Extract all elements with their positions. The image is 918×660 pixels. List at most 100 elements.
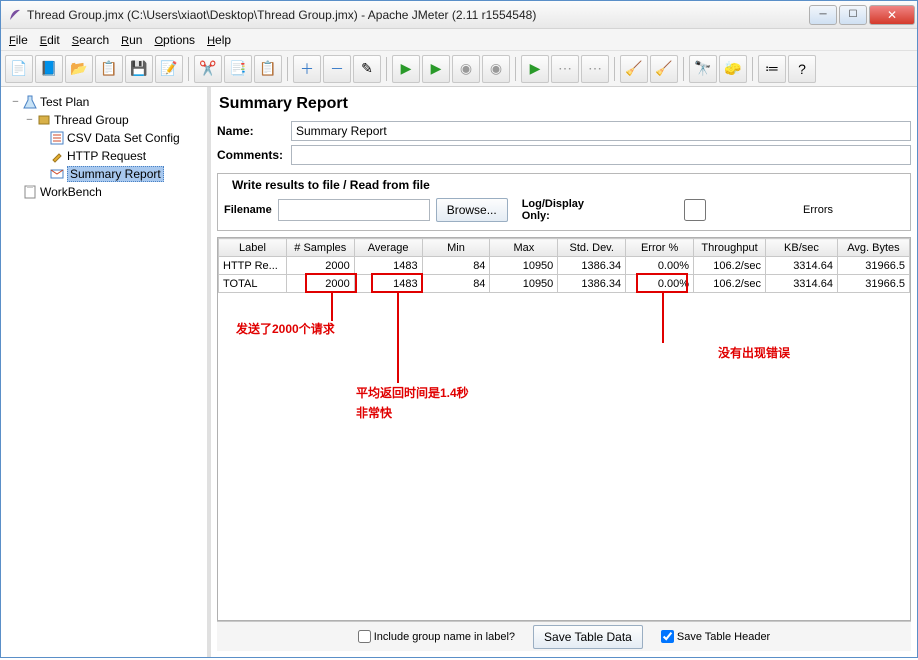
- cut-button[interactable]: ✂️: [194, 55, 222, 83]
- toggle-button[interactable]: ✎: [353, 55, 381, 83]
- include-group-checkbox[interactable]: Include group name in label?: [358, 630, 515, 643]
- include-label: Include group name in label?: [374, 631, 515, 643]
- tree-item-workbench[interactable]: WorkBench: [3, 183, 205, 201]
- col-label[interactable]: Label: [219, 239, 287, 257]
- cell-bytes: 31966.5: [837, 275, 909, 293]
- close-button[interactable]: ✕: [869, 5, 915, 25]
- col-throughput[interactable]: Throughput: [694, 239, 766, 257]
- tree-item-http[interactable]: HTTP Request: [3, 147, 205, 165]
- search-tree-button[interactable]: 🔭: [689, 55, 717, 83]
- col-max[interactable]: Max: [490, 239, 558, 257]
- save-table-data-button[interactable]: Save Table Data: [533, 625, 643, 649]
- cell-min: 84: [422, 275, 490, 293]
- col-kbsec[interactable]: KB/sec: [765, 239, 837, 257]
- name-input[interactable]: [291, 121, 911, 141]
- main-panel: Summary Report Name: Comments: Write res…: [211, 87, 917, 657]
- new-button[interactable]: 📄: [5, 55, 33, 83]
- function-helper-button[interactable]: ≔: [758, 55, 786, 83]
- table-row[interactable]: TOTAL 2000 1483 84 10950 1386.34 0.00% 1…: [219, 275, 910, 293]
- menu-options[interactable]: Options: [154, 33, 195, 47]
- cell-err: 0.00%: [626, 257, 694, 275]
- close-plan-button[interactable]: 📋: [95, 55, 123, 83]
- separator: [188, 57, 189, 81]
- remote-start-all-button[interactable]: ⋯: [551, 55, 579, 83]
- menu-run[interactable]: Run: [121, 33, 142, 47]
- results-table-area: Label # Samples Average Min Max Std. Dev…: [217, 237, 911, 621]
- help-button[interactable]: ?: [788, 55, 816, 83]
- cell-label: HTTP Re...: [219, 257, 287, 275]
- templates-button[interactable]: 📘: [35, 55, 63, 83]
- table-row[interactable]: HTTP Re... 2000 1483 84 10950 1386.34 0.…: [219, 257, 910, 275]
- toolbar: 📄 📘 📂 📋 💾 📝 ✂️ 📑 📋 ＋ － ✎ ▶ ▶ ◉ ◉ ▶ ⋯ ⋯ 🧹…: [1, 51, 917, 87]
- menu-help[interactable]: Help: [207, 33, 231, 47]
- col-min[interactable]: Min: [422, 239, 490, 257]
- tree-label: Summary Report: [67, 166, 164, 182]
- tree-panel[interactable]: ─ Test Plan ─ Thread Group CSV Data Set …: [1, 87, 211, 657]
- app-icon: [7, 7, 23, 23]
- separator: [287, 57, 288, 81]
- remote-stop-button[interactable]: ⋯: [581, 55, 609, 83]
- expand-handle-icon[interactable]: ─: [25, 115, 34, 125]
- logdisplay-label: Log/Display Only:: [522, 198, 584, 222]
- tree-item-summary[interactable]: Summary Report: [3, 165, 205, 183]
- cell-label: TOTAL: [219, 275, 287, 293]
- annotation-error: 没有出现错误: [718, 344, 790, 361]
- clear-button[interactable]: 🧹: [620, 55, 648, 83]
- menu-file[interactable]: File: [9, 33, 28, 47]
- start-no-timers-button[interactable]: ▶: [422, 55, 450, 83]
- maximize-button[interactable]: ☐: [839, 5, 867, 25]
- expand-button[interactable]: ＋: [293, 55, 321, 83]
- collapse-button[interactable]: －: [323, 55, 351, 83]
- open-button[interactable]: 📂: [65, 55, 93, 83]
- titlebar[interactable]: Thread Group.jmx (C:\Users\xiaot\Desktop…: [1, 1, 917, 29]
- comments-input[interactable]: [291, 145, 911, 165]
- menu-edit[interactable]: Edit: [40, 33, 60, 47]
- filename-input[interactable]: [278, 199, 430, 221]
- table-header-row: Label # Samples Average Min Max Std. Dev…: [219, 239, 910, 257]
- minimize-button[interactable]: ─: [809, 5, 837, 25]
- fieldset-legend: Write results to file / Read from file: [228, 178, 434, 192]
- tree-item-test-plan[interactable]: ─ Test Plan: [3, 93, 205, 111]
- errors-checkbox[interactable]: Errors: [590, 199, 833, 221]
- shutdown-button[interactable]: ◉: [482, 55, 510, 83]
- cell-avg: 1483: [354, 257, 422, 275]
- cell-avg: 1483: [354, 275, 422, 293]
- cell-thr: 106.2/sec: [694, 275, 766, 293]
- copy-button[interactable]: 📑: [224, 55, 252, 83]
- errors-label: Errors: [803, 204, 833, 216]
- stop-button[interactable]: ◉: [452, 55, 480, 83]
- cell-err: 0.00%: [626, 275, 694, 293]
- expand-handle-icon[interactable]: ─: [11, 97, 20, 107]
- menu-search[interactable]: Search: [72, 33, 109, 47]
- browse-button[interactable]: Browse...: [436, 198, 508, 222]
- col-bytes[interactable]: Avg. Bytes: [837, 239, 909, 257]
- clear-all-button[interactable]: 🧹: [650, 55, 678, 83]
- col-std[interactable]: Std. Dev.: [558, 239, 626, 257]
- name-row: Name:: [217, 121, 911, 141]
- tree-item-thread-group[interactable]: ─ Thread Group: [3, 111, 205, 129]
- annotation-average-1: 平均返回时间是1.4秒: [356, 384, 469, 401]
- save-button[interactable]: 💾: [125, 55, 153, 83]
- tree-item-csv[interactable]: CSV Data Set Config: [3, 129, 205, 147]
- line-average: [397, 293, 399, 383]
- col-error[interactable]: Error %: [626, 239, 694, 257]
- footer-bar: Include group name in label? Save Table …: [217, 621, 911, 651]
- menubar: File Edit Search Run Options Help: [1, 29, 917, 51]
- reset-search-button[interactable]: 🧽: [719, 55, 747, 83]
- paste-button[interactable]: 📋: [254, 55, 282, 83]
- save-header-checkbox[interactable]: Save Table Header: [661, 630, 770, 643]
- window-title: Thread Group.jmx (C:\Users\xiaot\Desktop…: [27, 8, 807, 22]
- col-average[interactable]: Average: [354, 239, 422, 257]
- cell-kb: 3314.64: [765, 275, 837, 293]
- save-as-button[interactable]: 📝: [155, 55, 183, 83]
- annotation-samples: 发送了2000个请求: [236, 320, 335, 337]
- separator: [386, 57, 387, 81]
- col-samples[interactable]: # Samples: [286, 239, 354, 257]
- body-split: ─ Test Plan ─ Thread Group CSV Data Set …: [1, 87, 917, 657]
- line-error: [662, 293, 664, 343]
- annotation-average-2: 非常快: [356, 404, 392, 421]
- cell-samples: 2000: [286, 275, 354, 293]
- remote-start-button[interactable]: ▶: [521, 55, 549, 83]
- successes-checkbox[interactable]: Successes: [839, 199, 918, 221]
- start-button[interactable]: ▶: [392, 55, 420, 83]
